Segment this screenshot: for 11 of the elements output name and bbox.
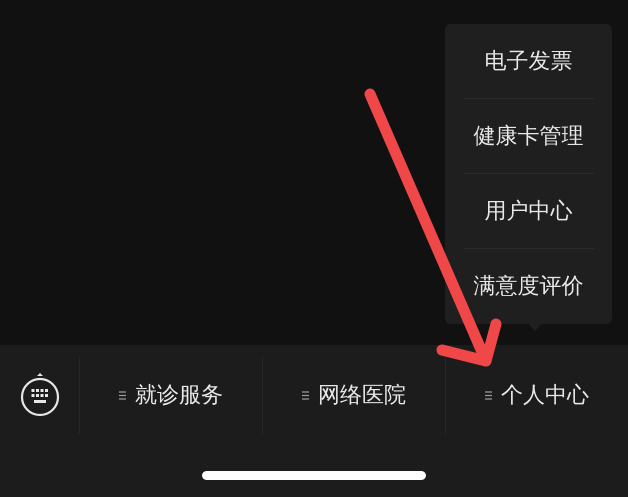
menu-icon [485, 390, 492, 400]
bottom-menu-tab[interactable]: 个人中心 [485, 378, 589, 412]
popup-menu-item[interactable]: 健康卡管理 [463, 99, 594, 174]
bottom-menu-tab[interactable]: 网络医院 [302, 378, 406, 412]
menu-icon [302, 390, 309, 400]
popup-menu-item[interactable]: 用户中心 [463, 174, 594, 249]
bottom-menu-tab[interactable]: 就诊服务 [119, 378, 223, 412]
popup-menu-item[interactable]: 满意度评价 [463, 249, 594, 324]
menu-icon [119, 390, 126, 400]
popup-menu-item[interactable]: 电子发票 [463, 24, 594, 99]
keyboard-icon[interactable] [18, 372, 60, 418]
